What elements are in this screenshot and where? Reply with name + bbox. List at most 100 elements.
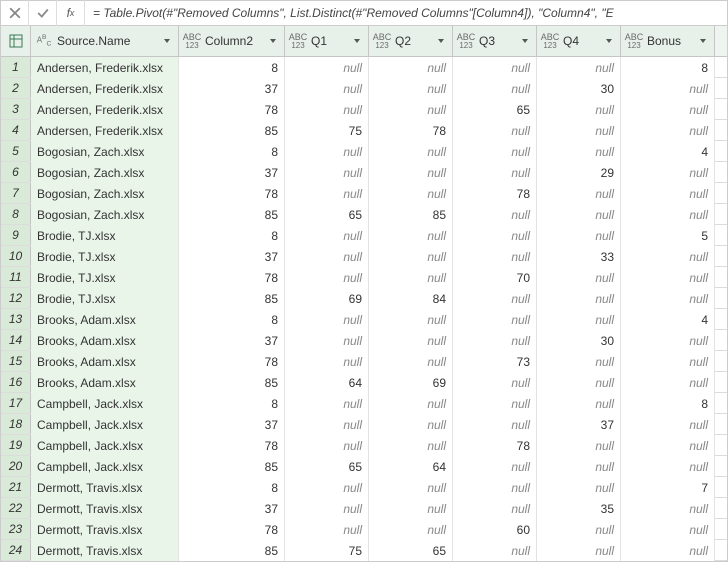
data-cell[interactable]: Brodie, TJ.xlsx: [31, 267, 179, 288]
data-cell[interactable]: 85: [179, 204, 285, 225]
row-number[interactable]: 22: [1, 498, 31, 518]
data-cell[interactable]: null: [537, 204, 621, 225]
data-cell[interactable]: 65: [285, 204, 369, 225]
data-cell[interactable]: null: [453, 225, 537, 246]
data-cell[interactable]: null: [621, 372, 715, 393]
row-number[interactable]: 11: [1, 267, 31, 287]
data-cell[interactable]: null: [453, 456, 537, 477]
data-cell[interactable]: 78: [369, 120, 453, 141]
filter-dropdown-button[interactable]: [518, 37, 532, 45]
formula-fx-button[interactable]: fx: [57, 0, 85, 26]
data-cell[interactable]: null: [537, 288, 621, 309]
data-cell[interactable]: 85: [179, 540, 285, 561]
data-cell[interactable]: null: [621, 183, 715, 204]
data-cell[interactable]: 37: [179, 498, 285, 519]
data-cell[interactable]: 35: [537, 498, 621, 519]
data-cell[interactable]: null: [369, 78, 453, 99]
data-cell[interactable]: null: [621, 99, 715, 120]
row-number[interactable]: 16: [1, 372, 31, 392]
data-cell[interactable]: null: [285, 141, 369, 162]
data-cell[interactable]: 8: [179, 57, 285, 78]
data-cell[interactable]: null: [537, 99, 621, 120]
data-cell[interactable]: null: [369, 519, 453, 540]
data-cell[interactable]: Andersen, Frederik.xlsx: [31, 99, 179, 120]
data-cell[interactable]: null: [369, 162, 453, 183]
data-cell[interactable]: 37: [179, 78, 285, 99]
data-cell[interactable]: 8: [621, 393, 715, 414]
data-cell[interactable]: 8: [179, 393, 285, 414]
data-cell[interactable]: null: [369, 393, 453, 414]
data-cell[interactable]: null: [369, 183, 453, 204]
data-cell[interactable]: 30: [537, 78, 621, 99]
data-cell[interactable]: null: [285, 183, 369, 204]
row-number[interactable]: 18: [1, 414, 31, 434]
data-cell[interactable]: null: [285, 393, 369, 414]
data-cell[interactable]: null: [453, 78, 537, 99]
data-cell[interactable]: 8: [621, 57, 715, 78]
data-cell[interactable]: Andersen, Frederik.xlsx: [31, 120, 179, 141]
data-cell[interactable]: 84: [369, 288, 453, 309]
data-cell[interactable]: 85: [179, 120, 285, 141]
data-cell[interactable]: null: [369, 246, 453, 267]
data-cell[interactable]: null: [453, 414, 537, 435]
data-cell[interactable]: null: [285, 435, 369, 456]
row-number[interactable]: 2: [1, 78, 31, 98]
data-cell[interactable]: null: [285, 267, 369, 288]
row-number[interactable]: 20: [1, 456, 31, 476]
data-cell[interactable]: null: [537, 540, 621, 561]
data-cell[interactable]: null: [453, 393, 537, 414]
data-cell[interactable]: 4: [621, 309, 715, 330]
data-cell[interactable]: null: [453, 246, 537, 267]
data-cell[interactable]: 37: [179, 162, 285, 183]
data-cell[interactable]: null: [285, 477, 369, 498]
filter-dropdown-button[interactable]: [160, 37, 174, 45]
data-cell[interactable]: null: [537, 519, 621, 540]
data-cell[interactable]: 78: [453, 435, 537, 456]
data-cell[interactable]: null: [369, 267, 453, 288]
data-cell[interactable]: Dermott, Travis.xlsx: [31, 498, 179, 519]
data-cell[interactable]: null: [369, 141, 453, 162]
data-cell[interactable]: 8: [179, 477, 285, 498]
data-cell[interactable]: null: [537, 141, 621, 162]
column-header-q1[interactable]: ABC123 Q1: [285, 26, 369, 56]
data-cell[interactable]: null: [537, 57, 621, 78]
data-cell[interactable]: null: [369, 99, 453, 120]
data-cell[interactable]: null: [453, 120, 537, 141]
data-cell[interactable]: Brodie, TJ.xlsx: [31, 246, 179, 267]
data-cell[interactable]: 85: [369, 204, 453, 225]
data-cell[interactable]: null: [453, 162, 537, 183]
row-number[interactable]: 23: [1, 519, 31, 539]
row-number[interactable]: 21: [1, 477, 31, 497]
data-cell[interactable]: 78: [179, 435, 285, 456]
data-cell[interactable]: null: [453, 204, 537, 225]
data-cell[interactable]: Andersen, Frederik.xlsx: [31, 57, 179, 78]
data-cell[interactable]: null: [621, 498, 715, 519]
column-header-q3[interactable]: ABC123 Q3: [453, 26, 537, 56]
data-cell[interactable]: null: [621, 204, 715, 225]
data-cell[interactable]: null: [453, 288, 537, 309]
data-cell[interactable]: Brooks, Adam.xlsx: [31, 372, 179, 393]
formula-input[interactable]: = Table.Pivot(#"Removed Columns", List.D…: [85, 6, 727, 20]
data-cell[interactable]: null: [537, 435, 621, 456]
data-cell[interactable]: Brodie, TJ.xlsx: [31, 225, 179, 246]
data-cell[interactable]: 78: [179, 183, 285, 204]
data-cell[interactable]: null: [453, 141, 537, 162]
data-cell[interactable]: 8: [179, 141, 285, 162]
data-cell[interactable]: 7: [621, 477, 715, 498]
data-cell[interactable]: null: [621, 330, 715, 351]
data-cell[interactable]: Campbell, Jack.xlsx: [31, 435, 179, 456]
data-cell[interactable]: 65: [453, 99, 537, 120]
data-cell[interactable]: Dermott, Travis.xlsx: [31, 477, 179, 498]
data-cell[interactable]: 65: [369, 540, 453, 561]
data-cell[interactable]: 75: [285, 540, 369, 561]
row-number[interactable]: 4: [1, 120, 31, 140]
data-cell[interactable]: Dermott, Travis.xlsx: [31, 540, 179, 561]
data-cell[interactable]: null: [621, 267, 715, 288]
data-cell[interactable]: 4: [621, 141, 715, 162]
data-cell[interactable]: null: [285, 498, 369, 519]
data-cell[interactable]: Bogosian, Zach.xlsx: [31, 183, 179, 204]
filter-dropdown-button[interactable]: [266, 37, 280, 45]
data-cell[interactable]: null: [369, 498, 453, 519]
column-header-column2[interactable]: ABC123 Column2: [179, 26, 285, 56]
filter-dropdown-button[interactable]: [602, 37, 616, 45]
